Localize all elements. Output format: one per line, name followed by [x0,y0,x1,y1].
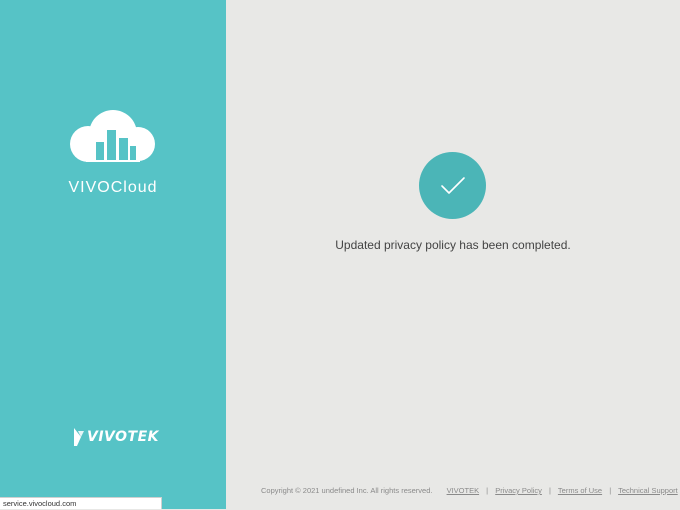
footer-link-privacy-policy[interactable]: Privacy Policy [495,486,542,495]
main-content: Updated privacy policy has been complete… [226,0,680,509]
footer-link-vivotek[interactable]: VIVOTEK [447,486,480,495]
success-badge [419,152,486,219]
footer-separator: | [549,486,551,495]
app-name: VIVOCloud [68,179,158,196]
completion-message: Updated privacy policy has been complete… [335,238,571,252]
copyright-text: Copyright © 2021 undefined Inc. All righ… [261,486,433,495]
footer-separator: | [486,486,489,495]
checkmark-icon [441,177,465,194]
sidebar: VIVOCloud VIVOTEK [0,0,226,509]
footer: Copyright © 2021 undefined Inc. All righ… [261,486,678,495]
footer-separator: | [609,486,612,495]
vivotek-logo: VIVOTEK [72,426,159,448]
browser-status-url: service.vivocloud.com [0,497,162,509]
footer-link-technical-support[interactable]: Technical Support [618,486,678,495]
footer-link-terms-of-use[interactable]: Terms of Use [558,486,602,495]
cloud-building-icon [70,110,155,162]
vivotek-logo-text: VIVOTEK [87,429,159,445]
